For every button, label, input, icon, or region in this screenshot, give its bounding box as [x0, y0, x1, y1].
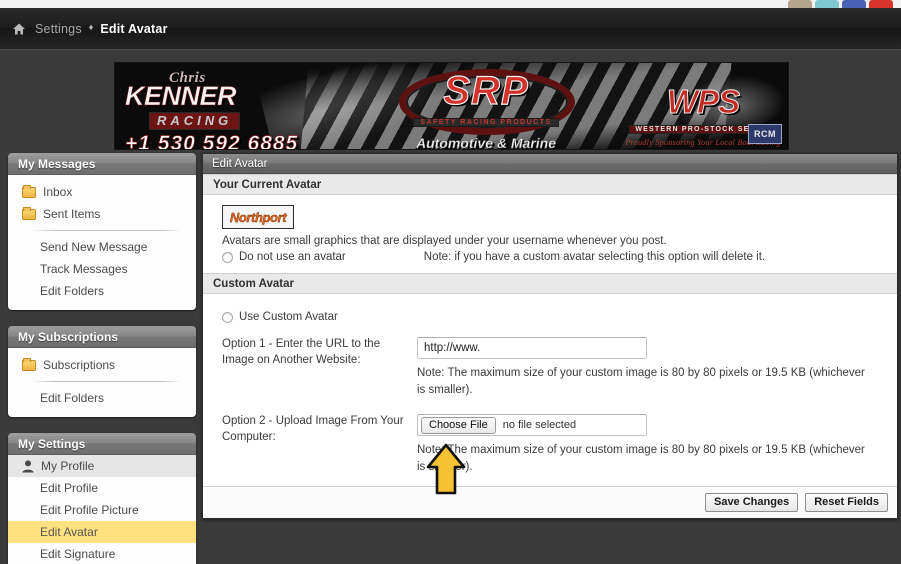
folder-icon — [22, 357, 36, 371]
banner-kenner-phone: +1 530 592 6885 — [125, 131, 299, 150]
sidebar-panel-title-my-subscriptions: My Subscriptions — [8, 326, 196, 348]
sidebar-panel-title-my-settings: My Settings — [8, 433, 196, 455]
sidebar-panel-my-settings: My Settings My Profile Edit Profile Edit… — [8, 433, 196, 564]
sidebar-panel-title-my-messages: My Messages — [8, 153, 196, 175]
section-body-current-avatar: Northport Avatars are small graphics tha… — [203, 195, 897, 273]
browser-tab-3[interactable] — [842, 0, 866, 8]
banner-srp-subtitle: SAFETY RACING PRODUCTS — [413, 118, 559, 127]
browser-chrome-strip — [0, 0, 901, 8]
folder-icon — [22, 206, 36, 220]
sidebar-item-my-profile[interactable]: My Profile — [8, 455, 196, 477]
sidebar-item-label: Subscriptions — [43, 358, 116, 372]
breadcrumb-separator-icon: ♦ — [88, 22, 94, 32]
sidebar-item-edit-folders-messages[interactable]: Edit Folders — [8, 280, 196, 302]
radio-label-do-not-use-avatar: Do not use an avatar — [239, 251, 346, 263]
sidebar-item-label: Inbox — [43, 185, 73, 199]
use-custom-avatar-row: Use Custom Avatar — [222, 311, 897, 323]
sidebar: My Messages Inbox Sent Items Send New Me… — [8, 153, 196, 564]
radio-do-not-use-avatar[interactable] — [222, 251, 233, 263]
sidebar-item-label: Edit Profile — [40, 481, 99, 495]
sidebar-item-send-new-message[interactable]: Send New Message — [8, 236, 196, 258]
person-icon — [22, 459, 34, 473]
avatar-description: Avatars are small graphics that are disp… — [222, 235, 667, 247]
page-title: Edit Avatar — [203, 154, 897, 174]
section-body-custom-avatar: Use Custom Avatar Option 1 - Enter the U… — [203, 294, 897, 486]
save-changes-button[interactable]: Save Changes — [704, 492, 799, 512]
banner-srp-logo: SRP SAFETY RACING PRODUCTS Automotive & … — [361, 67, 611, 150]
sidebar-item-edit-folders-subscriptions[interactable]: Edit Folders — [8, 387, 196, 409]
browser-tab-strip — [788, 0, 893, 8]
option1-note: Note: The maximum size of your custom im… — [417, 367, 865, 396]
sidebar-item-sent-items[interactable]: Sent Items — [8, 203, 196, 225]
section-title-custom-avatar: Custom Avatar — [203, 273, 897, 294]
banner-rcm-badge: RCM — [748, 124, 782, 144]
sidebar-item-label: Send New Message — [40, 240, 148, 254]
page-root: Settings ♦ Edit Avatar Chris KENNER RACI… — [0, 0, 901, 564]
sidebar-panel-body-my-subscriptions: Subscriptions Edit Folders — [8, 348, 196, 417]
breadcrumb: Settings ♦ Edit Avatar — [0, 8, 901, 50]
current-avatar-logo-text: Northport — [229, 209, 287, 225]
sidebar-item-edit-profile-picture[interactable]: Edit Profile Picture — [8, 499, 196, 521]
option2-row: Option 2 - Upload Image From Your Comput… — [222, 414, 897, 475]
sidebar-item-inbox[interactable]: Inbox — [8, 181, 196, 203]
sponsor-banner[interactable]: Chris KENNER RACING +1 530 592 6885 SRP … — [114, 62, 789, 150]
avatar-file-input[interactable]: Choose File no file selected — [417, 414, 647, 437]
option1-field-group: Note: The maximum size of your custom im… — [417, 337, 897, 398]
banner-kenner-name: KENNER — [125, 81, 237, 111]
reset-fields-button[interactable]: Reset Fields — [805, 492, 888, 512]
option2-field-group: Choose File no file selected Note: The m… — [417, 414, 897, 475]
banner-srp-text: SRP — [443, 69, 529, 113]
sidebar-item-edit-profile[interactable]: Edit Profile — [8, 477, 196, 499]
sidebar-panel-my-subscriptions: My Subscriptions Subscriptions Edit Fold… — [8, 326, 196, 417]
section-title-current-avatar: Your Current Avatar — [203, 174, 897, 195]
home-icon[interactable] — [12, 22, 26, 36]
content-panel: Edit Avatar Your Current Avatar Northpor… — [202, 153, 898, 519]
sidebar-item-label: Edit Signature — [40, 547, 116, 561]
content-footer: Save Changes Reset Fields — [203, 485, 897, 518]
sidebar-item-edit-avatar[interactable]: Edit Avatar — [8, 521, 196, 543]
sidebar-item-label: Edit Folders — [40, 284, 105, 298]
option1-row: Option 1 - Enter the URL to the Image on… — [222, 337, 897, 398]
folder-icon — [22, 184, 36, 198]
sidebar-item-label: Sent Items — [43, 207, 101, 221]
browser-tab-4[interactable] — [869, 0, 893, 8]
avatar-url-input[interactable] — [417, 337, 647, 359]
no-avatar-note: Note: if you have a custom avatar select… — [423, 251, 766, 263]
banner-wps-text: WPS — [666, 83, 740, 120]
sidebar-panel-my-messages: My Messages Inbox Sent Items Send New Me… — [8, 153, 196, 310]
banner-kenner-logo: Chris KENNER RACING +1 530 592 6885 — [125, 71, 335, 150]
option1-label: Option 1 - Enter the URL to the Image on… — [222, 338, 381, 366]
browser-tab-1[interactable] — [788, 0, 812, 8]
sidebar-item-track-messages[interactable]: Track Messages — [8, 258, 196, 280]
sidebar-item-label: Edit Folders — [40, 391, 105, 405]
sidebar-item-label: My Profile — [41, 459, 95, 473]
breadcrumb-current: Edit Avatar — [100, 21, 168, 36]
browser-tab-2[interactable] — [815, 0, 839, 8]
banner-srp-line1: Automotive & Marine — [415, 135, 556, 150]
sidebar-item-label: Edit Profile Picture — [40, 503, 139, 517]
sidebar-divider — [32, 230, 182, 231]
radio-label-use-custom-avatar: Use Custom Avatar — [239, 311, 338, 323]
breadcrumb-parent[interactable]: Settings — [35, 22, 82, 36]
sidebar-panel-body-my-messages: Inbox Sent Items Send New Message Track … — [8, 175, 196, 310]
sidebar-divider — [32, 381, 182, 382]
no-avatar-option-row: Do not use an avatar Note: if you have a… — [222, 251, 897, 263]
sidebar-item-label: Edit Avatar — [40, 525, 98, 539]
current-avatar-image: Northport — [222, 205, 294, 229]
sidebar-panel-body-my-settings: My Profile Edit Profile Edit Profile Pic… — [8, 455, 196, 564]
option2-label: Option 2 - Upload Image From Your Comput… — [222, 415, 404, 443]
choose-file-button[interactable]: Choose File — [421, 416, 496, 434]
option2-note: Note: The maximum size of your custom im… — [417, 444, 865, 474]
radio-use-custom-avatar[interactable] — [222, 311, 233, 323]
banner-kenner-racing: RACING — [149, 111, 241, 130]
sidebar-item-subscriptions[interactable]: Subscriptions — [8, 354, 196, 376]
sidebar-item-edit-signature[interactable]: Edit Signature — [8, 543, 196, 564]
sidebar-item-label: Track Messages — [40, 262, 128, 276]
selected-file-name: no file selected — [502, 419, 577, 432]
